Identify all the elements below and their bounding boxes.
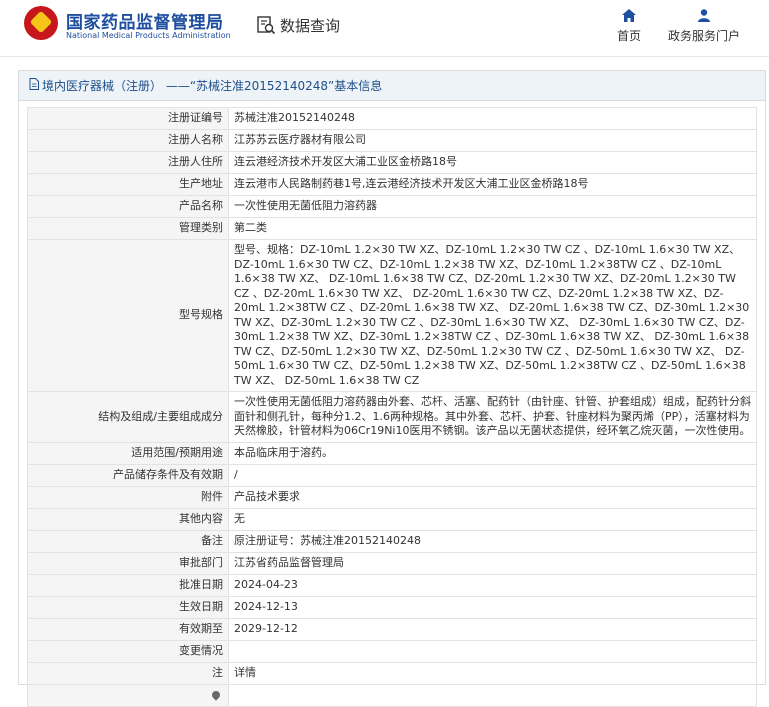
table-row: 注 详情 — [27, 661, 757, 685]
row-label: 产品名称 — [27, 195, 229, 218]
table-row: 审批部门 江苏省药品监督管理局 — [27, 551, 757, 575]
row-label: 生效日期 — [27, 595, 229, 619]
row-label: 附件 — [27, 485, 229, 509]
home-icon — [622, 9, 636, 27]
table-row: 有效期至 2029-12-12 — [27, 617, 757, 641]
row-value: 一次性使用无菌低阻力溶药器 — [228, 195, 757, 218]
row-value: 本品临床用于溶药。 — [228, 441, 757, 465]
table-row: 产品储存条件及有效期 / — [27, 463, 757, 487]
table-row: 变更情况 — [27, 639, 757, 663]
row-label: 注册人住所 — [27, 151, 229, 174]
nav-portal-label: 政务服务门户 — [668, 29, 741, 43]
row-label: 注 — [27, 661, 229, 685]
nav-home[interactable]: 首页 — [617, 9, 641, 44]
table-row: 备注 原注册证号：苏械注准20152140248 — [27, 529, 757, 553]
row-value: 连云港市人民路制药巷1号,连云港经济技术开发区大浦工业区金桥路18号 — [228, 173, 757, 196]
device-info-table: 注册证编号 苏械注准20152140248 注册人名称 江苏苏云医疗器材有限公司… — [27, 107, 757, 707]
row-value: 产品技术要求 — [228, 485, 757, 509]
nav-service-portal[interactable]: 政务服务门户 — [668, 9, 740, 44]
table-row: 附件 产品技术要求 — [27, 485, 757, 509]
row-value — [228, 639, 757, 663]
row-label: 其他内容 — [27, 507, 229, 531]
row-value: 苏械注准20152140248 — [228, 107, 757, 130]
table-row — [27, 683, 757, 707]
row-value: 无 — [228, 507, 757, 531]
row-label: 备注 — [27, 529, 229, 553]
table-row: 适用范围/预期用途 本品临床用于溶药。 — [27, 441, 757, 465]
user-icon — [697, 9, 711, 27]
brand-title: 国家药品监督管理局 — [66, 13, 224, 33]
table-row: 产品名称 一次性使用无菌低阻力溶药器 — [27, 195, 757, 218]
table-row: 注册人住所 连云港经济技术开发区大浦工业区金桥路18号 — [27, 151, 757, 174]
row-label: 生产地址 — [27, 173, 229, 196]
row-label: 结构及组成/主要组成成分 — [27, 391, 229, 443]
table-row: 管理类别 第二类 — [27, 217, 757, 240]
row-label: 型号规格 — [27, 239, 229, 392]
row-label: 批准日期 — [27, 573, 229, 597]
table-row: 注册证编号 苏械注准20152140248 — [27, 107, 757, 130]
table-row: 生效日期 2024-12-13 — [27, 595, 757, 619]
panel-title: 境内医疗器械（注册） ——“苏械注准20152140248”基本信息 — [42, 79, 383, 93]
row-value — [228, 683, 757, 707]
row-value: 连云港经济技术开发区大浦工业区金桥路18号 — [228, 151, 757, 174]
device-info-panel: 境内医疗器械（注册） ——“苏械注准20152140248”基本信息 注册证编号… — [18, 70, 766, 707]
data-query-link[interactable]: 数据查询 — [256, 12, 340, 38]
document-icon — [29, 78, 39, 93]
row-value: 型号、规格：DZ-10mL 1.2×30 TW XZ、DZ-10mL 1.2×3… — [228, 239, 757, 392]
row-label: 管理类别 — [27, 217, 229, 240]
row-value: 原注册证号：苏械注准20152140248 — [228, 529, 757, 553]
row-label: 变更情况 — [27, 639, 229, 663]
table-row: 注册人名称 江苏苏云医疗器材有限公司 — [27, 129, 757, 152]
row-value: / — [228, 463, 757, 487]
site-header: 国家药品监督管理局 National Medical Products Admi… — [0, 0, 769, 57]
table-row: 其他内容 无 — [27, 507, 757, 531]
table-row: 生产地址 连云港市人民路制药巷1号,连云港经济技术开发区大浦工业区金桥路18号 — [27, 173, 757, 196]
table-row: 结构及组成/主要组成成分 一次性使用无菌低阻力溶药器由外套、芯杆、活塞、配药针（… — [27, 391, 757, 443]
data-query-label: 数据查询 — [280, 16, 341, 35]
brand-subtitle: National Medical Products Administration — [66, 31, 231, 40]
data-search-icon — [256, 15, 276, 35]
row-value: 第二类 — [228, 217, 757, 240]
table-row: 批准日期 2024-04-23 — [27, 573, 757, 597]
nav-home-label: 首页 — [617, 29, 642, 43]
row-value: 2024-12-13 — [228, 595, 757, 619]
row-label: 有效期至 — [27, 617, 229, 641]
row-value: 详情 — [228, 661, 757, 685]
row-value: 江苏苏云医疗器材有限公司 — [228, 129, 757, 152]
row-value: 2029-12-12 — [228, 617, 757, 641]
row-label: 注册人名称 — [27, 129, 229, 152]
row-label: 适用范围/预期用途 — [27, 441, 229, 465]
table-row: 型号规格 型号、规格：DZ-10mL 1.2×30 TW XZ、DZ-10mL … — [27, 239, 757, 392]
row-value: 一次性使用无菌低阻力溶药器由外套、芯杆、活塞、配药针（由针座、针管、护套组成）组… — [228, 391, 757, 443]
row-label: 审批部门 — [27, 551, 229, 575]
panel-title-bar: 境内医疗器械（注册） ——“苏械注准20152140248”基本信息 — [19, 71, 765, 101]
row-label: 注册证编号 — [27, 107, 229, 130]
row-value: 江苏省药品监督管理局 — [228, 551, 757, 575]
row-label-note — [27, 683, 229, 707]
row-label: 产品储存条件及有效期 — [27, 463, 229, 487]
national-emblem-logo — [24, 6, 58, 40]
row-value: 2024-04-23 — [228, 573, 757, 597]
